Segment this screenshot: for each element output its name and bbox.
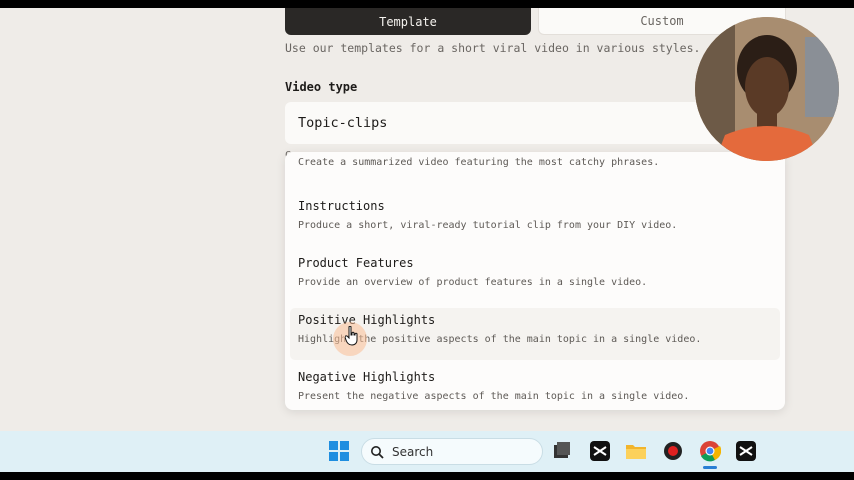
capcut-icon-2[interactable] xyxy=(735,440,757,462)
active-app-indicator xyxy=(703,466,717,469)
template-description: Use our templates for a short viral vide… xyxy=(285,41,701,55)
option-negative-highlights[interactable]: Negative Highlights Present the negative… xyxy=(290,365,780,410)
search-icon xyxy=(371,445,384,459)
chrome-icon[interactable] xyxy=(699,440,721,462)
option-description: Provide an overview of product features … xyxy=(298,277,648,288)
option-title: Negative Highlights xyxy=(298,370,436,384)
record-icon[interactable] xyxy=(662,440,684,462)
option-instructions[interactable]: Instructions Produce a short, viral-read… xyxy=(290,194,780,246)
option-title: Product Features xyxy=(298,256,414,270)
task-view-icon[interactable] xyxy=(551,440,573,462)
option-description: Produce a short, viral-ready tutorial cl… xyxy=(298,220,678,231)
webcam-person-image xyxy=(695,17,839,161)
windows-taskbar: Search xyxy=(0,431,854,472)
app-screen: Template Custom Use our templates for a … xyxy=(0,8,854,431)
taskbar-search[interactable]: Search xyxy=(361,438,543,465)
video-type-value: Topic-clips xyxy=(298,115,388,131)
letterbox-bar xyxy=(0,472,854,480)
file-explorer-icon[interactable] xyxy=(625,440,647,462)
search-label: Search xyxy=(392,444,434,459)
windows-start-icon[interactable] xyxy=(328,440,350,462)
video-type-dropdown: Create a summarized video featuring the … xyxy=(285,152,785,410)
option-product-features[interactable]: Product Features Provide an overview of … xyxy=(290,251,780,303)
option-description: Present the negative aspects of the main… xyxy=(298,391,690,402)
hand-cursor-icon xyxy=(345,326,358,346)
webcam-overlay xyxy=(695,17,839,161)
capcut-icon[interactable] xyxy=(589,440,611,462)
option-title: Instructions xyxy=(298,199,385,213)
option-partial-description: Create a summarized video featuring the … xyxy=(298,157,660,168)
tab-template[interactable]: Template xyxy=(285,8,531,35)
option-title: Positive Highlights xyxy=(298,313,436,327)
video-type-label: Video type xyxy=(285,80,358,94)
